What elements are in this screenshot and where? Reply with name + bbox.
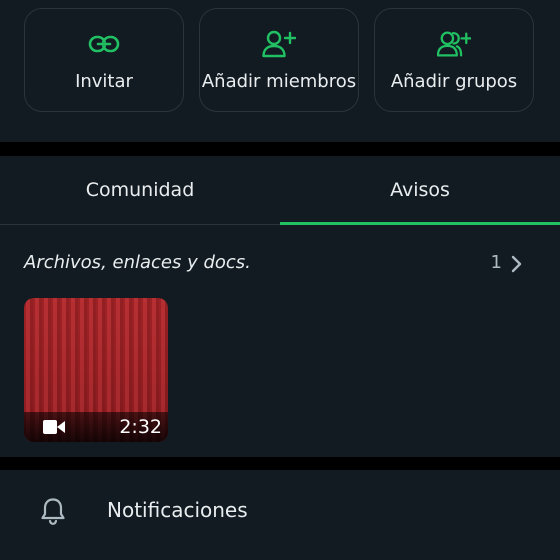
video-camera-icon	[42, 418, 66, 436]
notifications-row[interactable]: Notificaciones	[0, 470, 560, 560]
tab-community[interactable]: Comunidad	[0, 156, 280, 224]
video-info-bar: 2:32	[24, 412, 168, 442]
add-groups-button[interactable]: Añadir grupos	[374, 8, 534, 112]
tab-announcements-label: Avisos	[390, 179, 450, 201]
add-group-icon	[437, 27, 471, 61]
media-section-title: Archivos, enlaces y docs.	[24, 252, 251, 273]
add-person-icon	[262, 27, 296, 61]
add-members-label: Añadir miembros	[201, 71, 357, 92]
tab-community-label: Comunidad	[85, 179, 195, 201]
chevron-right-icon	[508, 254, 526, 274]
video-duration: 2:32	[119, 416, 162, 438]
add-groups-label: Añadir grupos	[390, 71, 518, 92]
video-thumbnail[interactable]: 2:32	[24, 298, 168, 442]
media-count: 1	[490, 252, 502, 273]
bell-icon	[40, 497, 66, 525]
notifications-label: Notificaciones	[107, 498, 248, 522]
add-members-button[interactable]: Añadir miembros	[199, 8, 359, 112]
invite-label: Invitar	[75, 71, 133, 92]
tab-bar: Comunidad Avisos	[0, 156, 560, 225]
community-content: Comunidad Avisos Archivos, enlaces y doc…	[0, 156, 560, 457]
media-links-docs-row[interactable]: Archivos, enlaces y docs. 1	[24, 252, 536, 276]
community-actions: Invitar Añadir miembros Añadir grupos	[0, 0, 560, 142]
link-icon	[87, 27, 121, 61]
invite-button[interactable]: Invitar	[24, 8, 184, 112]
tab-announcements[interactable]: Avisos	[280, 156, 560, 225]
